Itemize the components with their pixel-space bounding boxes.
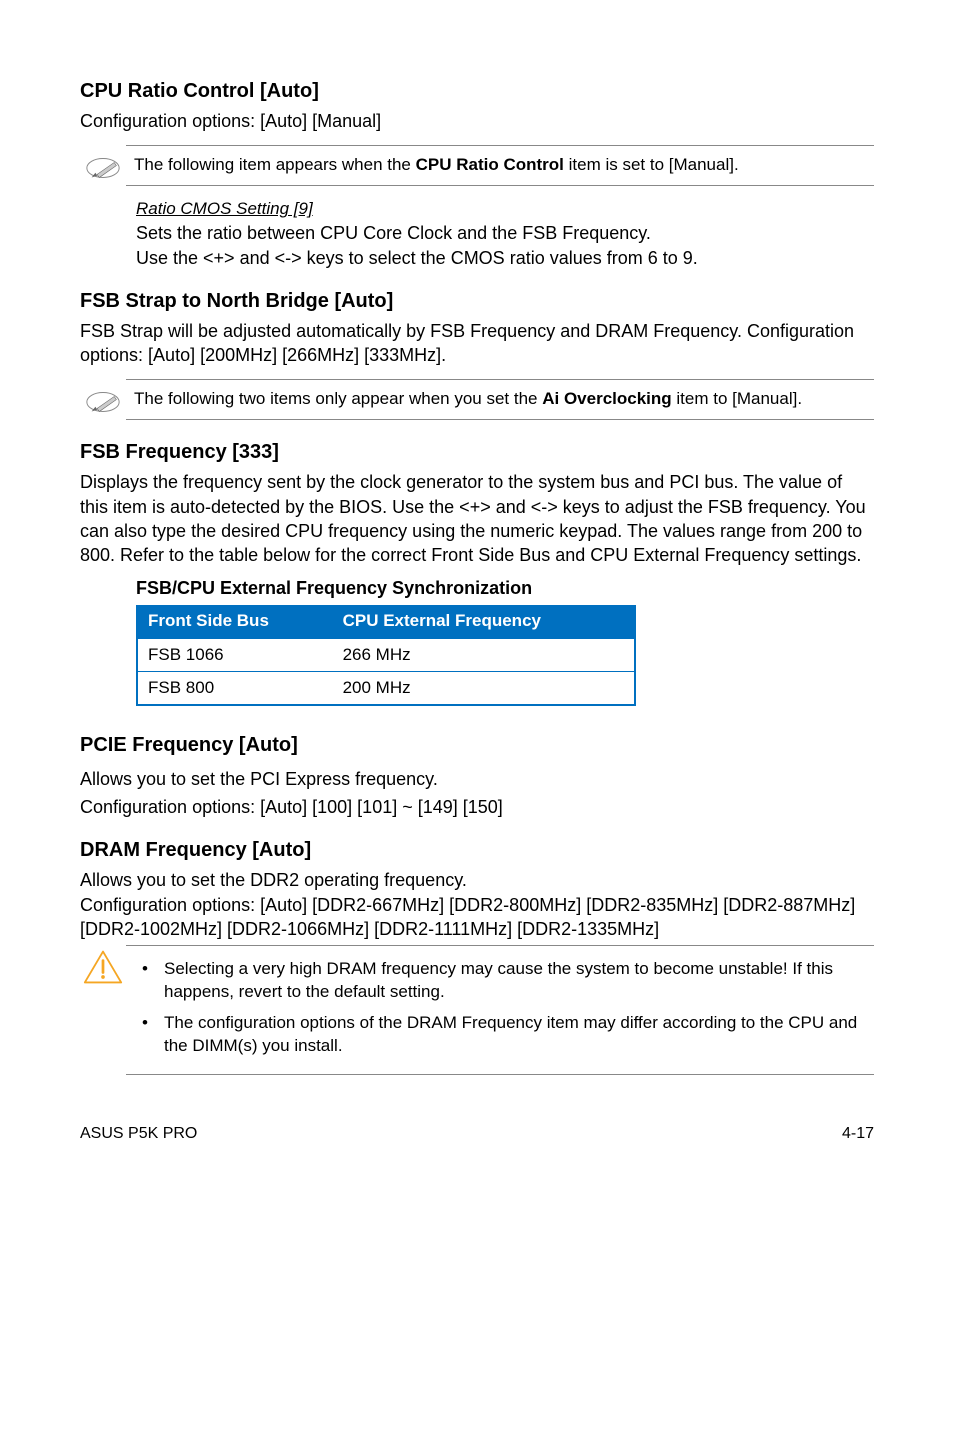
heading-dram: DRAM Frequency [Auto] xyxy=(80,839,874,862)
fsb-cpu-table: Front Side Bus CPU External Frequency FS… xyxy=(136,605,636,706)
cell-cpu-0: 266 MHz xyxy=(333,638,635,672)
table-title: FSB/CPU External Frequency Synchronizati… xyxy=(136,578,874,599)
footer-left: ASUS P5K PRO xyxy=(80,1125,197,1143)
footer-right: 4-17 xyxy=(842,1125,874,1143)
note-fsb-strap-text: The following two items only appear when… xyxy=(126,379,874,420)
note-fsb-strap: The following two items only appear when… xyxy=(80,379,874,421)
warning-item-1: •Selecting a very high DRAM frequency ma… xyxy=(164,958,874,1004)
cell-fsb-1: FSB 800 xyxy=(137,671,333,705)
table-row: FSB 800 200 MHz xyxy=(137,671,635,705)
sub-ratio-cmos: Ratio CMOS Setting [9] Sets the ratio be… xyxy=(136,199,874,270)
text-dram-body: Allows you to set the DDR2 operating fre… xyxy=(80,868,874,941)
warning-icon xyxy=(80,945,126,985)
document-page: CPU Ratio Control [Auto] Configuration o… xyxy=(0,0,954,1183)
text-pcie-2: Configuration options: [Auto] [100] [101… xyxy=(80,795,874,819)
text-pcie-1: Allows you to set the PCI Express freque… xyxy=(80,767,874,791)
heading-pcie: PCIE Frequency [Auto] xyxy=(80,734,874,757)
cell-fsb-0: FSB 1066 xyxy=(137,638,333,672)
sub-body-ratio-cmos-1: Sets the ratio between CPU Core Clock an… xyxy=(136,221,874,245)
heading-fsb-strap: FSB Strap to North Bridge [Auto] xyxy=(80,290,874,313)
warning-item-2: •The configuration options of the DRAM F… xyxy=(164,1012,874,1058)
pencil-icon xyxy=(80,145,126,187)
cell-cpu-1: 200 MHz xyxy=(333,671,635,705)
text-cpu-ratio-body: Configuration options: [Auto] [Manual] xyxy=(80,109,874,133)
note-cpu-ratio-text: The following item appears when the CPU … xyxy=(126,145,874,186)
sub-heading-ratio-cmos: Ratio CMOS Setting [9] xyxy=(136,199,874,219)
text-fsb-strap-body: FSB Strap will be adjusted automatically… xyxy=(80,319,874,368)
note-cpu-ratio: The following item appears when the CPU … xyxy=(80,145,874,187)
table-row: FSB 1066 266 MHz xyxy=(137,638,635,672)
page-footer: ASUS P5K PRO 4-17 xyxy=(80,1125,874,1143)
heading-fsb-freq: FSB Frequency [333] xyxy=(80,441,874,464)
warning-dram: •Selecting a very high DRAM frequency ma… xyxy=(80,945,874,1075)
table-header-row: Front Side Bus CPU External Frequency xyxy=(137,605,635,638)
heading-cpu-ratio: CPU Ratio Control [Auto] xyxy=(80,80,874,103)
warning-dram-text: •Selecting a very high DRAM frequency ma… xyxy=(126,945,874,1075)
sub-body-ratio-cmos-2: Use the <+> and <-> keys to select the C… xyxy=(136,246,874,270)
th-cpu: CPU External Frequency xyxy=(333,605,635,638)
th-fsb: Front Side Bus xyxy=(137,605,333,638)
pencil-icon xyxy=(80,379,126,421)
text-fsb-freq-body: Displays the frequency sent by the clock… xyxy=(80,470,874,567)
